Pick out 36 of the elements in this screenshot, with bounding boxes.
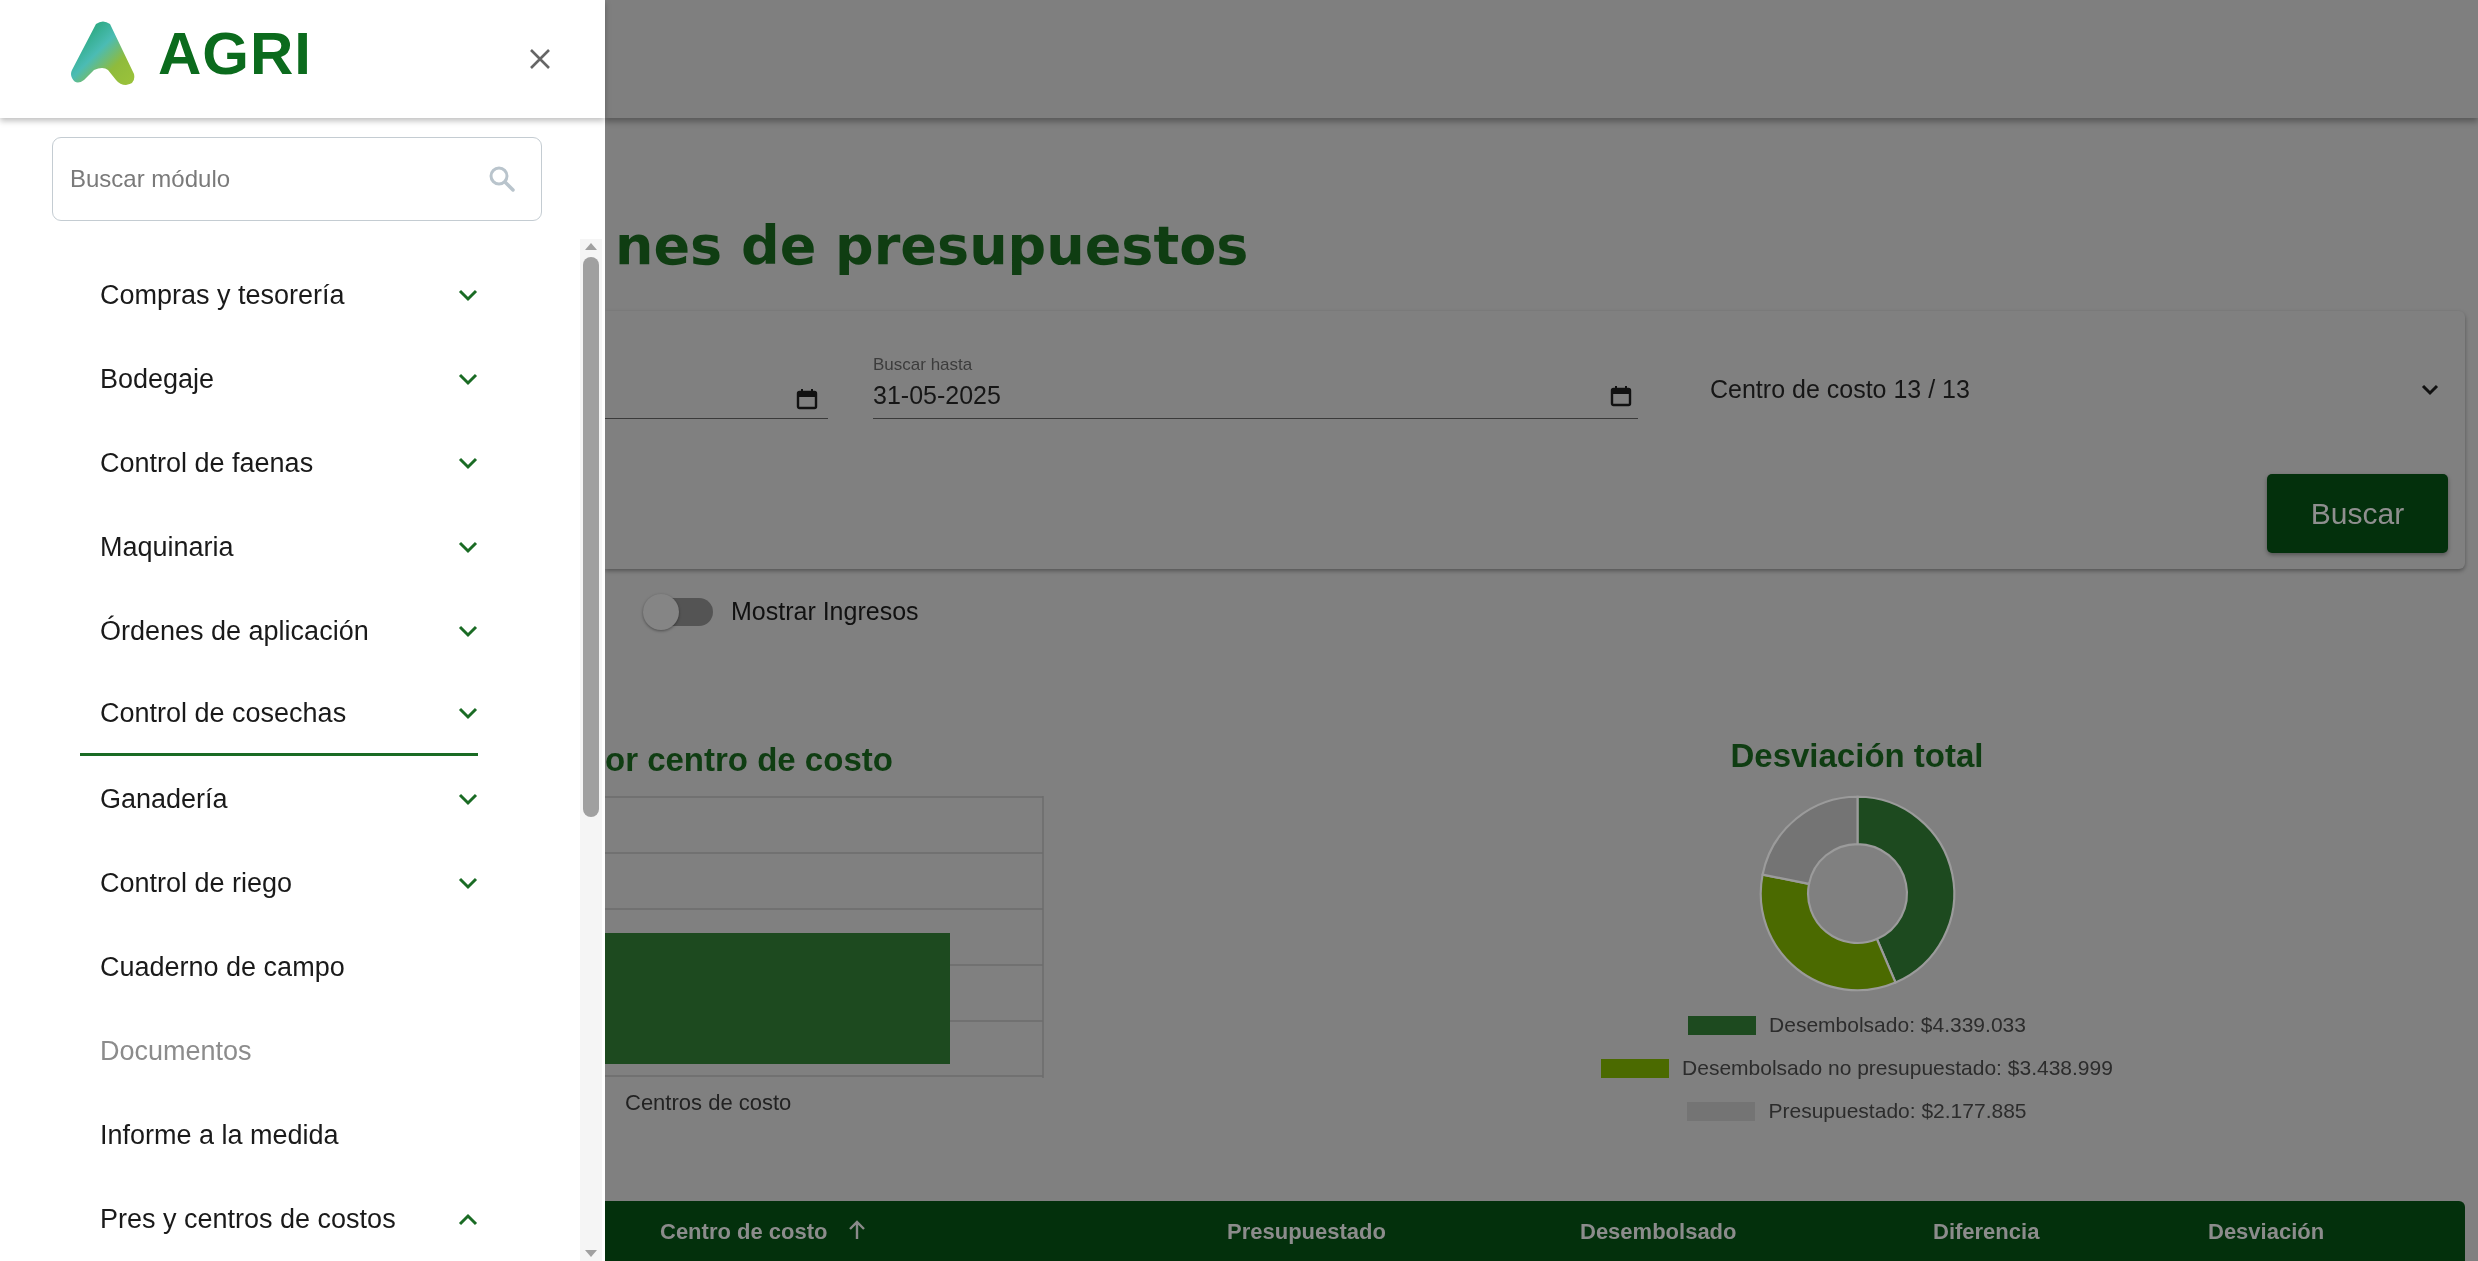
menu-item[interactable]: Control de cosechas bbox=[80, 674, 478, 756]
column-header[interactable]: Desembolsado bbox=[1580, 1219, 1737, 1245]
cost-center-select[interactable]: Centro de costo 13 / 13 bbox=[1710, 369, 2440, 419]
page-title: nes de presupuestos bbox=[615, 219, 1250, 273]
scrollbar[interactable] bbox=[580, 239, 602, 1261]
search-button[interactable]: Buscar bbox=[2267, 474, 2448, 553]
calendar-icon bbox=[796, 388, 818, 410]
search-field[interactable]: Buscar módulo bbox=[52, 137, 542, 221]
calendar-icon bbox=[1610, 384, 1632, 407]
legend-label: Presupuestado: $2.177.885 bbox=[1768, 1099, 2027, 1123]
menu-item[interactable]: Bodegaje bbox=[80, 338, 478, 420]
legend-label: Desembolsado no presupuestado: $3.438.999 bbox=[1682, 1056, 2113, 1080]
menu-item[interactable]: Maquinaria bbox=[80, 506, 478, 588]
axis-label: Centros de costo bbox=[625, 1090, 792, 1116]
column-header[interactable]: Diferencia bbox=[1933, 1219, 2040, 1245]
menu-item[interactable]: Informe a la medida bbox=[80, 1094, 478, 1176]
date-field[interactable]: Buscar hasta 31-05-2025 bbox=[873, 349, 1638, 419]
column-header[interactable]: Presupuestado bbox=[1227, 1219, 1386, 1245]
legend-label: Desembolsado: $4.339.033 bbox=[1769, 1013, 2026, 1037]
menu-item[interactable]: Pres y centros de costos bbox=[80, 1178, 478, 1260]
logo-icon bbox=[70, 20, 136, 86]
toggle-label: Mostrar Ingresos bbox=[731, 597, 919, 626]
arrow-up-icon bbox=[848, 1220, 866, 1240]
menu-item[interactable]: Cuaderno de campo bbox=[80, 926, 478, 1008]
chart-title: or centro de costo bbox=[605, 743, 893, 776]
search-icon bbox=[488, 165, 516, 193]
logo-text: AGRI bbox=[158, 18, 312, 88]
chevron-down-icon bbox=[2420, 382, 2440, 396]
menu-item[interactable]: Control de riego bbox=[80, 842, 478, 924]
menu-item[interactable]: Control de faenas bbox=[80, 422, 478, 504]
menu-item[interactable]: Órdenes de aplicación bbox=[80, 590, 478, 672]
menu-item[interactable]: Compras y tesorería bbox=[80, 254, 478, 336]
column-header[interactable]: Desviación bbox=[2208, 1219, 2325, 1245]
menu-item[interactable]: Ganadería bbox=[80, 758, 478, 840]
column-header[interactable]: Centro de costo bbox=[660, 1219, 828, 1245]
chart-title: Desviación total bbox=[1730, 739, 1984, 772]
